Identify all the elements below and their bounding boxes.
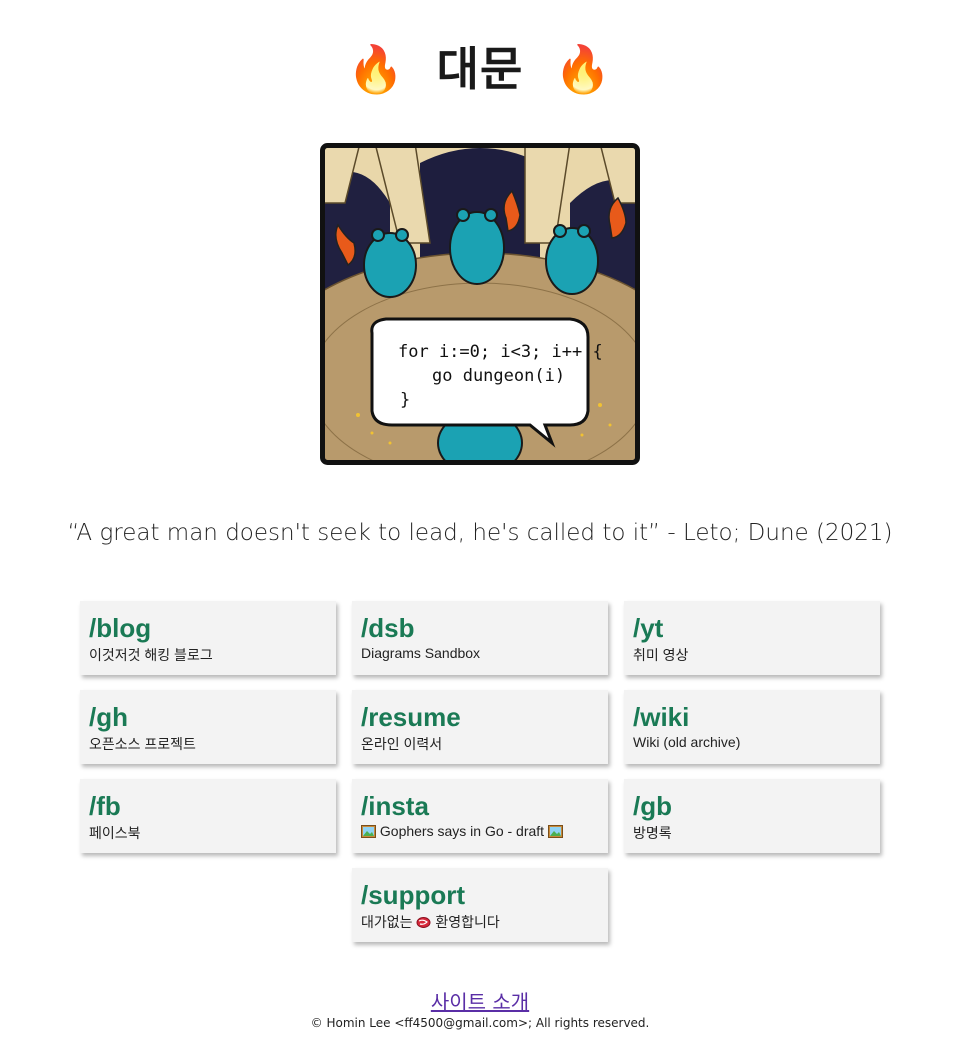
code-line-1: for i:=0; i<3; i++ {: [398, 342, 603, 362]
card-gh[interactable]: /gh 오픈소스 프로젝트: [80, 690, 336, 764]
card-insta[interactable]: /insta Gophers says in Go - draft: [352, 779, 608, 853]
footer: 사이트 소개: [0, 986, 960, 1015]
card-path[interactable]: /dsb: [361, 613, 608, 643]
card-desc: 방명록: [633, 825, 672, 841]
card-path[interactable]: /gb: [633, 791, 880, 821]
fire-icon: 🔥: [347, 41, 406, 96]
card-path[interactable]: /gh: [89, 702, 336, 732]
framed-picture-icon: [547, 825, 563, 838]
card-path[interactable]: /yt: [633, 613, 880, 643]
card-desc-before: 대가없는: [361, 914, 413, 930]
card-desc: Wiki (old archive): [633, 734, 741, 750]
card-resume[interactable]: /resume 온라인 이력서: [352, 690, 608, 764]
card-path[interactable]: /wiki: [633, 702, 880, 732]
card-desc-text: Gophers says in Go - draft: [379, 823, 545, 839]
framed-picture-icon: [361, 825, 376, 838]
card-desc: 취미 영상: [633, 647, 689, 663]
card-desc: 대가없는 환영합니다: [361, 912, 608, 932]
quote: “A great man doesn't seek to lead, he's …: [67, 520, 893, 546]
card-path[interactable]: /blog: [89, 613, 336, 643]
meat-icon: [416, 917, 431, 928]
card-desc-after: 환영합니다: [435, 914, 500, 930]
card-fb[interactable]: /fb 페이스북: [80, 779, 336, 853]
card-path[interactable]: /support: [361, 880, 608, 910]
card-path[interactable]: /insta: [361, 791, 608, 821]
code-line-2: go dungeon(i): [432, 366, 565, 386]
gopher-dungeon-illustration: for i:=0; i<3; i++ { go dungeon(i) }: [320, 143, 640, 465]
card-wiki[interactable]: /wiki Wiki (old archive): [624, 690, 880, 764]
card-path[interactable]: /fb: [89, 791, 336, 821]
card-desc: 온라인 이력서: [361, 736, 443, 752]
card-support[interactable]: /support 대가없는 환영합니다: [352, 868, 608, 942]
code-line-3: }: [400, 390, 410, 410]
copyright: © Homin Lee <ff4500@gmail.com>; All righ…: [310, 1016, 650, 1030]
fire-icon: 🔥: [554, 41, 613, 96]
about-site-link[interactable]: 사이트 소개: [431, 990, 529, 1014]
card-gb[interactable]: /gb 방명록: [624, 779, 880, 853]
card-blog[interactable]: /blog 이것저것 해킹 블로그: [80, 601, 336, 675]
card-desc: Gophers says in Go - draft: [361, 823, 608, 839]
card-yt[interactable]: /yt 취미 영상: [624, 601, 880, 675]
page-title: 🔥 대문 🔥: [0, 30, 960, 104]
card-desc: Diagrams Sandbox: [361, 645, 481, 661]
page-title-text: 대문: [436, 41, 524, 96]
card-desc: 이것저것 해킹 블로그: [89, 647, 213, 663]
card-path[interactable]: /resume: [361, 702, 608, 732]
card-desc: 오픈소스 프로젝트: [89, 736, 196, 752]
card-dsb[interactable]: /dsb Diagrams Sandbox: [352, 601, 608, 675]
card-desc: 페이스북: [89, 825, 141, 841]
